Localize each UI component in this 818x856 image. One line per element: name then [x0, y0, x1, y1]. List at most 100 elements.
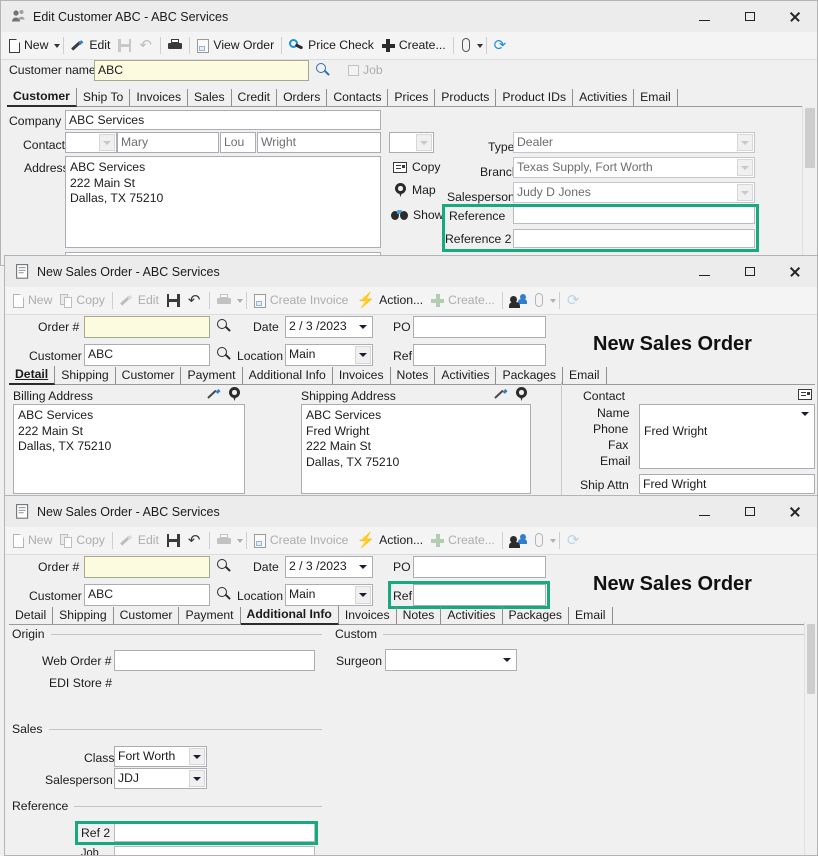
- w3-tab-packages[interactable]: Packages: [503, 607, 570, 624]
- w3-tab-notes[interactable]: Notes: [397, 607, 442, 624]
- contact-card-icon[interactable]: [798, 389, 812, 400]
- billing-edit-icon[interactable]: [208, 388, 221, 401]
- tab-orders[interactable]: Orders: [277, 89, 328, 106]
- customer-name-input[interactable]: ABC: [94, 60, 309, 81]
- w2-order-input[interactable]: [84, 316, 210, 338]
- ship-attn-input[interactable]: Fred Wright: [639, 474, 815, 494]
- w3-tab-shipping[interactable]: Shipping: [53, 607, 114, 624]
- search-icon[interactable]: [316, 63, 331, 78]
- window2-titlebar[interactable]: New Sales Order - ABC Services: [5, 256, 817, 287]
- toolbar-print-button[interactable]: [164, 35, 186, 57]
- window2-maximize-button[interactable]: [727, 256, 772, 287]
- w3-order-search-icon[interactable]: [217, 559, 232, 574]
- address-textarea[interactable]: ABC Services 222 Main St Dallas, TX 7521…: [65, 156, 381, 248]
- window3-minimize-button[interactable]: [682, 496, 727, 527]
- billing-address-textarea[interactable]: ABC Services 222 Main St Dallas, TX 7521…: [13, 404, 245, 494]
- w2-toolbar-attach-button[interactable]: [530, 290, 548, 312]
- w3-customer-input[interactable]: ABC: [84, 584, 210, 606]
- ref3-input[interactable]: [114, 846, 315, 855]
- contact-extra-combo[interactable]: [389, 132, 434, 153]
- tab-activities[interactable]: Activities: [573, 89, 635, 106]
- reference2-input[interactable]: [513, 229, 755, 248]
- w2-customer-input[interactable]: ABC: [84, 344, 210, 366]
- salesperson-combo[interactable]: Judy D Jones: [513, 182, 755, 203]
- toolbar-new-dropdown-icon[interactable]: [54, 43, 61, 48]
- toolbar-create-button[interactable]: Create...: [378, 35, 450, 57]
- w3-tab-detail[interactable]: Detail: [9, 607, 54, 624]
- window2-close-button[interactable]: [772, 256, 817, 287]
- w3-toolbar-refresh-button[interactable]: ⟳: [563, 530, 584, 552]
- w2-tab-detail[interactable]: Detail: [9, 366, 56, 385]
- window3-close-button[interactable]: [772, 496, 817, 527]
- copy-action[interactable]: Copy: [393, 160, 440, 174]
- contact-middle-name-input[interactable]: Lou: [220, 132, 256, 153]
- contact-first-name-input[interactable]: Mary: [117, 132, 219, 153]
- window1-minimize-button[interactable]: [682, 1, 727, 32]
- w3-tab-invoices[interactable]: Invoices: [339, 607, 397, 624]
- w2-toolbar-new-button[interactable]: New: [9, 290, 56, 312]
- window1-maximize-button[interactable]: [727, 1, 772, 32]
- w3-tab-email[interactable]: Email: [569, 607, 613, 624]
- window3-maximize-button[interactable]: [727, 496, 772, 527]
- w3-toolbar-save-button[interactable]: [163, 530, 184, 552]
- w3-toolbar-attach-button[interactable]: [530, 530, 548, 552]
- w3-tab-activities[interactable]: Activities: [441, 607, 503, 624]
- w2-tab-activities[interactable]: Activities: [435, 367, 497, 384]
- billing-map-pin-icon[interactable]: [229, 387, 240, 401]
- w2-tab-shipping[interactable]: Shipping: [55, 367, 116, 384]
- w2-order-search-icon[interactable]: [217, 319, 232, 334]
- w3-toolbar-new-button[interactable]: New: [9, 530, 56, 552]
- w3-tab-customer[interactable]: Customer: [114, 607, 180, 624]
- tab-product-ids[interactable]: Product IDs: [496, 89, 574, 106]
- w2-tab-invoices[interactable]: Invoices: [333, 367, 391, 384]
- w2-toolbar-undo-button[interactable]: ↶: [184, 290, 206, 312]
- map-action[interactable]: Map: [395, 183, 436, 197]
- w2-tab-notes[interactable]: Notes: [391, 367, 436, 384]
- toolbar-save-button[interactable]: [114, 35, 135, 57]
- w2-toolbar-action-button[interactable]: ⚡ Action...: [352, 290, 427, 312]
- w3-toolbar-copy-button[interactable]: Copy: [56, 530, 108, 552]
- w2-toolbar-print-button[interactable]: [213, 290, 235, 312]
- w3-salesperson-combo[interactable]: JDJ: [114, 768, 207, 789]
- w3-toolbar-attach-dropdown-icon[interactable]: [549, 538, 556, 543]
- w3-toolbar-edit-button[interactable]: Edit: [116, 530, 163, 552]
- show-action[interactable]: Show: [391, 208, 444, 222]
- class-combo[interactable]: Fort Worth: [114, 746, 207, 767]
- w2-tab-additional-info[interactable]: Additional Info: [243, 367, 333, 384]
- w2-tab-email[interactable]: Email: [563, 367, 607, 384]
- w2-toolbar-print-dropdown-icon[interactable]: [236, 298, 243, 303]
- w2-toolbar-copy-button[interactable]: Copy: [56, 290, 108, 312]
- w3-toolbar-undo-button[interactable]: ↶: [184, 530, 206, 552]
- w3-toolbar-contacts-button[interactable]: [506, 530, 530, 552]
- w2-toolbar-save-button[interactable]: [163, 290, 184, 312]
- tab-ship-to[interactable]: Ship To: [77, 89, 131, 106]
- tab-prices[interactable]: Prices: [388, 89, 436, 106]
- w2-toolbar-create-button[interactable]: Create...: [427, 290, 499, 312]
- w2-toolbar-refresh-button[interactable]: ⟳: [563, 290, 584, 312]
- w3-toolbar-create-button[interactable]: Create...: [427, 530, 499, 552]
- tab-products[interactable]: Products: [435, 89, 497, 106]
- contact-title-combo[interactable]: [65, 132, 117, 153]
- w2-tab-packages[interactable]: Packages: [496, 367, 564, 384]
- w2-customer-search-icon[interactable]: [217, 347, 232, 362]
- w2-tab-customer[interactable]: Customer: [116, 367, 182, 384]
- window3-titlebar[interactable]: New Sales Order - ABC Services: [5, 496, 817, 527]
- toolbar-undo-button[interactable]: ↶: [135, 35, 157, 57]
- contact-last-name-input[interactable]: Wright: [257, 132, 381, 153]
- window1-titlebar[interactable]: Edit Customer ABC - ABC Services: [1, 1, 817, 32]
- w2-tab-payment[interactable]: Payment: [181, 367, 243, 384]
- w3-ref-input[interactable]: [413, 584, 546, 606]
- w2-toolbar-attach-dropdown-icon[interactable]: [549, 298, 556, 303]
- window1-vertical-scrollbar[interactable]: [802, 106, 817, 263]
- tab-credit[interactable]: Credit: [232, 89, 278, 106]
- w3-toolbar-print-dropdown-icon[interactable]: [236, 538, 243, 543]
- toolbar-new-button[interactable]: New: [5, 35, 52, 57]
- w2-location-combo[interactable]: Main: [285, 344, 373, 366]
- w3-toolbar-create-invoice-button[interactable]: Create Invoice: [250, 530, 353, 552]
- tab-contacts[interactable]: Contacts: [327, 89, 389, 106]
- w3-date-picker[interactable]: 2 / 3 /2023: [285, 556, 373, 578]
- tab-email[interactable]: Email: [634, 89, 678, 106]
- w2-po-input[interactable]: [413, 316, 546, 338]
- w2-date-picker[interactable]: 2 / 3 /2023: [285, 316, 373, 338]
- w3-location-combo[interactable]: Main: [285, 584, 373, 606]
